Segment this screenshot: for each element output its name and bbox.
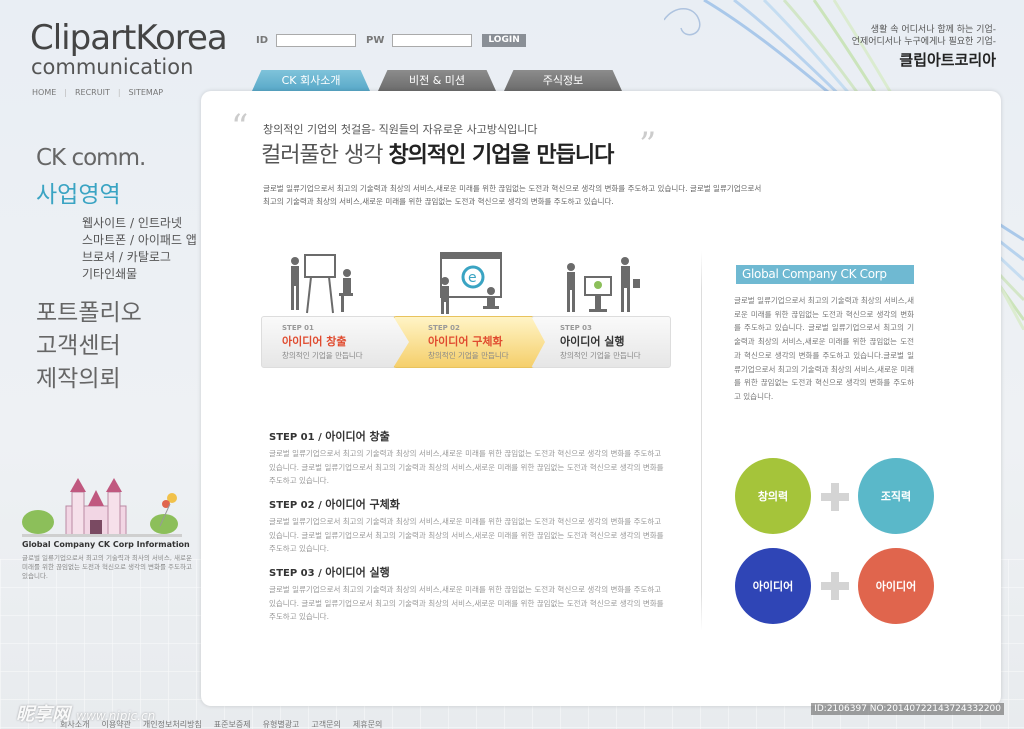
close-quote-icon: ” bbox=[639, 125, 657, 165]
detail-name: 아이디어 창출 bbox=[325, 430, 390, 443]
step-card-1[interactable]: STEP 01 아이디어 창출 창의적인 기업을 만듭니다 bbox=[261, 316, 413, 368]
left-menu: CK comm. 사업영역 웹사이트 / 인트라넷 스마트폰 / 아이패드 앱 … bbox=[36, 145, 197, 396]
step-number: STEP 03 bbox=[560, 324, 592, 332]
step-desc: 창의적인 기업을 만듭니다 bbox=[282, 351, 363, 360]
step-number: STEP 01 bbox=[282, 324, 314, 332]
web-illustration: e bbox=[440, 252, 502, 314]
logo-sub: communication bbox=[31, 55, 194, 79]
circle-creativity[interactable]: 창의력 bbox=[735, 458, 811, 534]
footer-link[interactable]: 제휴문의 bbox=[353, 719, 382, 729]
content-panel: “ ” 창의적인 기업의 첫걸음- 직원들의 자유로운 사고방식입니다 컬러풀한… bbox=[201, 91, 1001, 706]
global-company-text: 글로벌 일류기업으로서 최고의 기술력과 최상의 서비스,새로운 미래를 위한 … bbox=[734, 296, 914, 401]
hero-title: 컬러풀한 생각 창의적인 기업을 만듭니다 bbox=[261, 137, 614, 169]
logo-main[interactable]: ClipartKorea bbox=[30, 18, 228, 58]
detail-title: STEP 03 / 아이디어 실행 bbox=[269, 564, 669, 580]
step-detail-3: STEP 03 / 아이디어 실행 글로벌 일류기업으로서 최고의 기술력과 최… bbox=[269, 564, 669, 624]
submenu-item[interactable]: 기타인쇄물 bbox=[82, 266, 197, 283]
detail-step: STEP 01 / bbox=[269, 432, 322, 443]
detail-step: STEP 03 / bbox=[269, 568, 322, 579]
step-name: 아이디어 실행 bbox=[560, 335, 625, 348]
nav-recruit[interactable]: RECRUIT bbox=[75, 88, 110, 97]
submenu-item[interactable]: 웹사이트 / 인트라넷 bbox=[82, 215, 197, 232]
tab-stock[interactable]: 주식정보 bbox=[504, 70, 622, 91]
left-menu-title: CK comm. bbox=[36, 145, 146, 171]
hero-title-bold: 창의적인 기업을 만듭니다 bbox=[388, 143, 614, 168]
hero-description: 글로벌 일류기업으로서 최고의 기술력과 최상의 서비스,새로운 미래를 위한 … bbox=[263, 184, 762, 206]
left-menu-active[interactable]: 사업영역 bbox=[36, 175, 197, 209]
watermark-right: ID:2106397 NO:20140722143724332200 bbox=[811, 703, 1004, 715]
tagline-brand: 클립아트코리아 bbox=[899, 51, 996, 69]
info-title: Global Company CK Corp Information bbox=[22, 540, 190, 549]
submenu-item[interactable]: 브로셔 / 카탈로그 bbox=[82, 249, 197, 266]
detail-name: 아이디어 구체화 bbox=[325, 498, 400, 511]
left-menu-items: 포트폴리오 고객센터 제작의뢰 bbox=[36, 297, 197, 396]
plus-icon bbox=[821, 483, 849, 511]
info-text: 글로벌 일류기업으로서 최고의 기술력과 최사의 서비스, 새로운 미래를 위한… bbox=[22, 554, 192, 580]
nav-separator: | bbox=[117, 88, 121, 97]
tab-company[interactable]: CK 회사소개 bbox=[252, 70, 370, 91]
detail-name: 아이디어 실행 bbox=[325, 566, 390, 579]
watermark-left-main: 昵享网 bbox=[16, 704, 70, 725]
svg-text:e: e bbox=[468, 270, 477, 286]
step-card-2[interactable]: STEP 02 아이디어 구체화 창의적인 기업을 만듭니다 bbox=[393, 316, 553, 368]
castle-illustration bbox=[22, 478, 182, 537]
presentation-illustration bbox=[291, 254, 353, 314]
detail-title: STEP 01 / 아이디어 창출 bbox=[269, 428, 669, 444]
step-detail-2: STEP 02 / 아이디어 구체화 글로벌 일류기업으로서 최고의 기술력과 … bbox=[269, 496, 669, 556]
id-label: ID bbox=[256, 35, 269, 46]
id-input[interactable] bbox=[276, 34, 357, 47]
footer-link[interactable]: 유형별광고 bbox=[263, 719, 300, 729]
step-detail-1: STEP 01 / 아이디어 창출 글로벌 일류기업으로서 최고의 기술력과 최… bbox=[269, 428, 669, 488]
tagline-line1: 생활 속 어디서나 함께 하는 기업- bbox=[870, 25, 996, 35]
step-desc: 창의적인 기업을 만듭니다 bbox=[560, 351, 641, 360]
hero-title-light: 컬러풀한 생각 bbox=[261, 143, 389, 168]
menu-portfolio[interactable]: 포트폴리오 bbox=[36, 297, 197, 330]
tagline-line2: 언제어디서나 누구에게나 필요한 기업- bbox=[851, 37, 996, 47]
circle-idea-blue[interactable]: 아이디어 bbox=[735, 548, 811, 624]
login-button[interactable]: LOGIN bbox=[482, 34, 526, 47]
step-number: STEP 02 bbox=[428, 324, 460, 332]
circle-organization[interactable]: 조직력 bbox=[858, 458, 934, 534]
step-card-3[interactable]: STEP 03 아이디어 실행 창의적인 기업을 만듭니다 bbox=[531, 316, 671, 368]
footer-link[interactable]: 표준보증제 bbox=[214, 719, 251, 729]
detail-text: 글로벌 일류기업으로서 최고의 기술력과 최상의 서비스,새로운 미래를 위한 … bbox=[269, 585, 664, 621]
step-name: 아이디어 구체화 bbox=[428, 335, 503, 348]
hero-subtitle: 창의적인 기업의 첫걸음- 직원들의 자유로운 사고방식입니다 bbox=[263, 123, 538, 136]
left-submenu: 웹사이트 / 인트라넷 스마트폰 / 아이패드 앱 브로셔 / 카탈로그 기타인… bbox=[82, 215, 197, 283]
steps-row: STEP 01 아이디어 창출 창의적인 기업을 만듭니다 STEP 02 아이… bbox=[261, 316, 671, 368]
login-bar: ID PW LOGIN bbox=[256, 34, 526, 47]
pw-label: PW bbox=[366, 35, 385, 46]
nav-separator: | bbox=[64, 88, 67, 97]
menu-customer-center[interactable]: 고객센터 bbox=[36, 330, 197, 363]
tagline: 생활 속 어디서나 함께 하는 기업- 언제어디서나 누구에게나 필요한 기업-… bbox=[852, 24, 996, 69]
step-desc: 창의적인 기업을 만듭니다 bbox=[428, 351, 509, 360]
top-nav: HOME | RECRUIT | SITEMAP bbox=[32, 88, 163, 97]
plus-icon bbox=[821, 572, 849, 600]
submenu-item[interactable]: 스마트폰 / 아이패드 앱 bbox=[82, 232, 197, 249]
step-name: 아이디어 창출 bbox=[282, 335, 347, 348]
tab-vision[interactable]: 비전 & 미션 bbox=[378, 70, 496, 91]
watermark-left: 昵享网 www.nipic.cn bbox=[16, 700, 155, 726]
footer-link[interactable]: 고객문의 bbox=[311, 719, 340, 729]
meeting-illustration bbox=[567, 257, 640, 312]
nav-home[interactable]: HOME bbox=[32, 88, 56, 97]
circle-idea-red[interactable]: 아이디어 bbox=[858, 548, 934, 624]
main-tabs: CK 회사소개 비전 & 미션 주식정보 bbox=[252, 70, 630, 91]
open-quote-icon: “ bbox=[231, 107, 249, 147]
detail-step: STEP 02 / bbox=[269, 500, 322, 511]
vertical-divider bbox=[701, 251, 702, 631]
detail-text: 글로벌 일류기업으로서 최고의 기술력과 최상의 서비스,새로운 미래를 위한 … bbox=[269, 517, 664, 553]
watermark-left-url: www.nipic.cn bbox=[76, 709, 156, 723]
global-company-title: Global Company CK Corp bbox=[736, 265, 914, 284]
detail-title: STEP 02 / 아이디어 구체화 bbox=[269, 496, 669, 512]
pw-input[interactable] bbox=[392, 34, 473, 47]
menu-request[interactable]: 제작의뢰 bbox=[36, 363, 197, 396]
detail-text: 글로벌 일류기업으로서 최고의 기술력과 최상의 서비스,새로운 미래를 위한 … bbox=[269, 449, 664, 485]
nav-sitemap[interactable]: SITEMAP bbox=[129, 88, 164, 97]
